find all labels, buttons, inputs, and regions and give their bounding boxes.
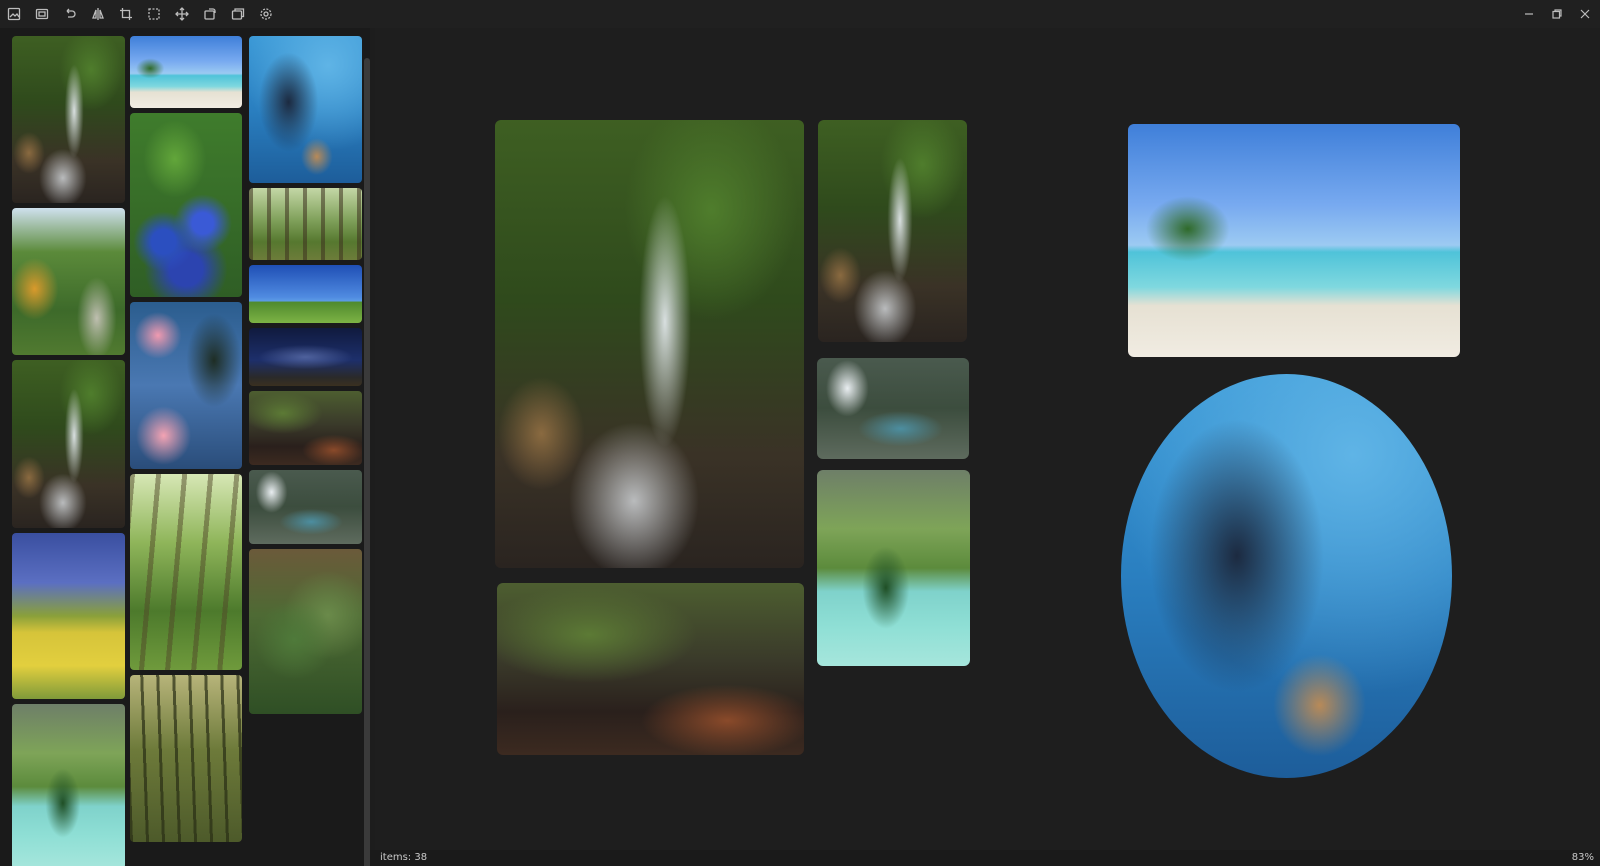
zoom-level: 83% [1571, 852, 1594, 863]
thumbnail-blue-flowers[interactable] [130, 113, 242, 297]
rotate-icon[interactable] [200, 4, 220, 24]
thumbnail-waterfall-2[interactable] [12, 360, 125, 528]
move-icon[interactable] [172, 4, 192, 24]
thumbnail-night-sky[interactable] [249, 328, 362, 386]
crop-icon[interactable] [116, 4, 136, 24]
photo-forest-creek[interactable] [497, 583, 804, 755]
thumbnail-creek[interactable] [249, 391, 362, 465]
gallery-icon[interactable] [228, 4, 248, 24]
thumbnail-mountain-lake[interactable] [12, 704, 125, 866]
thumbnail-bamboo[interactable] [130, 675, 242, 842]
status-bar: items: 38 83% [370, 850, 1600, 866]
select-icon[interactable] [144, 4, 164, 24]
settings-icon[interactable] [256, 4, 276, 24]
image-icon[interactable] [4, 4, 24, 24]
thumbnail-cave-lagoon[interactable] [249, 470, 362, 544]
screenshot-icon[interactable] [32, 4, 52, 24]
photo-tropical-beach[interactable] [1128, 124, 1460, 357]
photo-coral-reef-oval[interactable] [1121, 374, 1452, 778]
thumbnail-forest-path[interactable] [249, 188, 362, 260]
flip-icon[interactable] [88, 4, 108, 24]
thumbnail-palm-trees[interactable] [130, 302, 242, 469]
canvas[interactable] [375, 28, 1600, 850]
thumbnail-coral-reef[interactable] [249, 36, 362, 183]
thumbnail-leaves[interactable] [249, 549, 362, 714]
photo-mountain-lake[interactable] [817, 470, 970, 666]
thumbnail-rapeseed-field[interactable] [12, 533, 125, 699]
sidebar-scrollbar[interactable] [364, 58, 370, 866]
photo-waterfall-large[interactable] [495, 120, 804, 568]
thumbnail-beach[interactable] [130, 36, 242, 108]
restore-icon[interactable] [1546, 4, 1568, 24]
thumbnail-garden[interactable] [12, 208, 125, 355]
photo-waterfall-small[interactable] [818, 120, 967, 342]
thumbnail-woods[interactable] [130, 474, 242, 670]
thumbnail-grass-field[interactable] [249, 265, 362, 323]
items-counter: items: 38 [380, 852, 427, 863]
app-window: items: 38 83% [0, 0, 1600, 866]
items-label: items: [380, 852, 412, 863]
items-count: 38 [414, 852, 428, 863]
toolbar [0, 0, 1600, 28]
undo-icon[interactable] [60, 4, 80, 24]
close-icon[interactable] [1574, 4, 1596, 24]
minimize-icon[interactable] [1518, 4, 1540, 24]
thumbnail-waterfall[interactable] [12, 36, 125, 203]
thumbnail-sidebar [0, 28, 370, 866]
photo-cave-lagoon[interactable] [817, 358, 969, 459]
